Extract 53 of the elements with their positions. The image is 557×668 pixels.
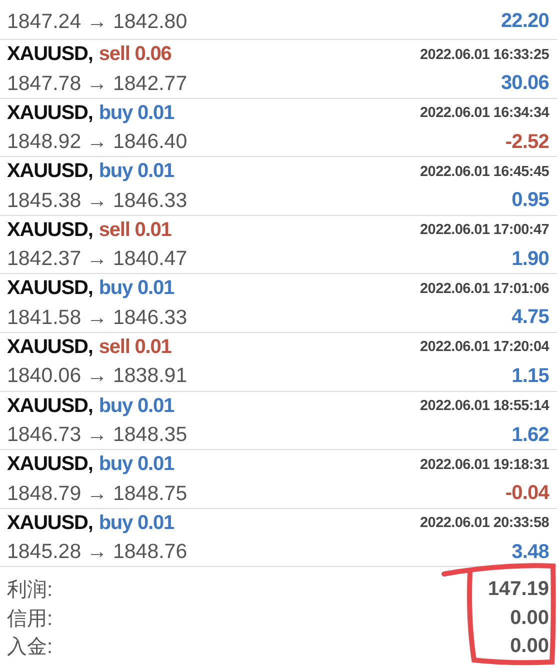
summary-label: 信用: bbox=[7, 606, 53, 632]
order-type: buy 0.01 bbox=[98, 453, 174, 476]
profit-value: -0.04 bbox=[505, 482, 549, 506]
price-range: 1846.73 → 1848.35 bbox=[7, 423, 188, 448]
profit-value: 1.62 bbox=[512, 424, 549, 447]
order-type: buy 0.01 bbox=[98, 512, 174, 534]
trade-time: 2022.06.01 20:33:58 bbox=[420, 515, 549, 532]
symbol: XAUUSD, bbox=[7, 512, 93, 534]
profit-value: 30.06 bbox=[500, 72, 549, 95]
symbol: XAUUSD, bbox=[7, 453, 93, 476]
trade-time: 2022.06.01 17:01:06 bbox=[420, 280, 549, 297]
price-range: 1848.79 → 1848.75 bbox=[7, 482, 188, 506]
profit-value: -2.52 bbox=[505, 130, 549, 154]
price-range: 1842.37 → 1840.47 bbox=[7, 247, 188, 272]
trade-time: 2022.06.01 16:34:34 bbox=[420, 105, 549, 122]
order-type: buy 0.01 bbox=[98, 394, 174, 417]
profit-value: 4.75 bbox=[512, 306, 549, 330]
symbol: XAUUSD, bbox=[7, 43, 93, 65]
price-range: 1841.58 → 1846.33 bbox=[7, 306, 188, 330]
trade-time: 2022.06.01 17:20:04 bbox=[420, 339, 549, 356]
symbol: XAUUSD, bbox=[7, 336, 93, 358]
order-type: buy 0.01 bbox=[98, 102, 174, 124]
summary-value: 0.00 bbox=[510, 606, 549, 630]
trade-time: 2022.06.01 19:18:31 bbox=[420, 456, 549, 473]
symbol: XAUUSD, bbox=[7, 277, 93, 300]
symbol: XAUUSD, bbox=[7, 102, 93, 124]
summary-value: 0.00 bbox=[510, 635, 549, 658]
trade-time: 2022.06.01 16:45:45 bbox=[420, 164, 549, 180]
trade-time: 2022.06.01 16:33:25 bbox=[420, 46, 549, 62]
price-range: 1847.78 → 1842.77 bbox=[7, 72, 188, 96]
symbol: XAUUSD, bbox=[7, 160, 93, 182]
trade-time: 2022.06.01 17:00:47 bbox=[420, 222, 549, 238]
order-type: sell 0.01 bbox=[98, 336, 172, 358]
profit-value: 22.20 bbox=[500, 10, 549, 33]
price-range: 1845.38 → 1846.33 bbox=[7, 188, 188, 213]
price-range: 1840.06 → 1838.91 bbox=[7, 364, 188, 388]
profit-value: 1.90 bbox=[512, 248, 549, 271]
price-range: 1848.92 → 1846.40 bbox=[7, 130, 188, 154]
order-type: buy 0.01 bbox=[98, 277, 174, 300]
order-type: buy 0.01 bbox=[98, 160, 174, 182]
order-type: sell 0.06 bbox=[98, 43, 172, 65]
profit-value: 3.48 bbox=[512, 540, 549, 564]
summary-value: 147.19 bbox=[488, 578, 549, 602]
price-range: 1845.28 → 1848.76 bbox=[7, 540, 188, 564]
price-range: 1847.24 → 1842.80 bbox=[7, 10, 188, 34]
symbol: XAUUSD, bbox=[7, 394, 93, 417]
profit-value: 1.15 bbox=[512, 364, 549, 388]
trade-time: 2022.06.01 18:55:14 bbox=[420, 398, 549, 414]
summary-label: 入金: bbox=[7, 635, 53, 660]
symbol: XAUUSD, bbox=[7, 218, 93, 241]
summary-label: 利润: bbox=[7, 578, 53, 604]
profit-value: 0.95 bbox=[512, 189, 549, 212]
order-type: sell 0.01 bbox=[98, 218, 172, 241]
